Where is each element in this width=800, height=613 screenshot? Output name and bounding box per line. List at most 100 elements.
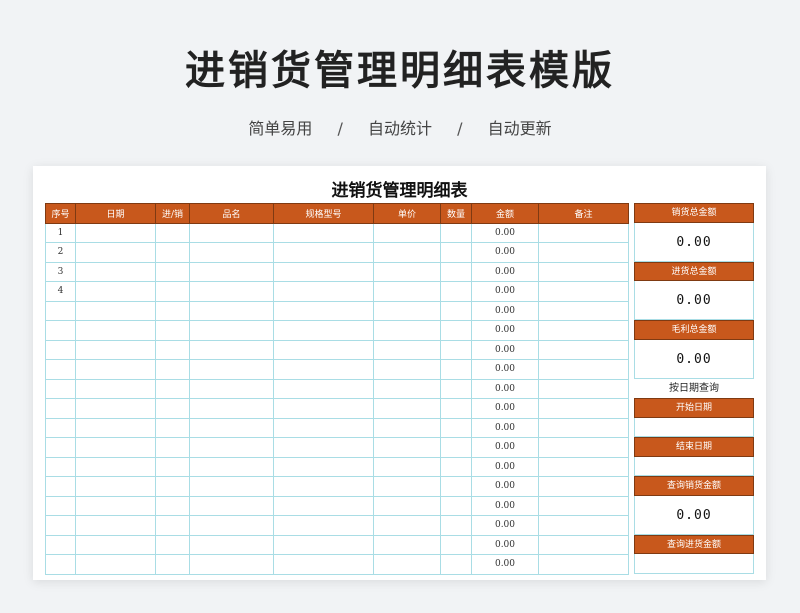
table-cell[interactable] (75, 534, 156, 555)
table-cell[interactable] (75, 437, 156, 458)
table-cell[interactable] (273, 339, 374, 360)
table-cell[interactable] (273, 515, 374, 536)
table-cell[interactable] (189, 515, 274, 536)
table-cell[interactable] (189, 476, 274, 497)
table-cell[interactable] (538, 378, 629, 399)
table-cell[interactable] (189, 417, 274, 438)
table-cell[interactable] (373, 320, 441, 341)
table-cell[interactable] (373, 242, 441, 263)
table-cell[interactable] (45, 515, 76, 536)
table-cell[interactable] (45, 300, 76, 321)
table-cell[interactable] (189, 554, 274, 575)
table-cell[interactable] (273, 495, 374, 516)
table-cell[interactable] (440, 456, 472, 477)
start-date-input[interactable] (634, 417, 754, 437)
table-cell[interactable] (538, 222, 629, 243)
table-cell[interactable]: 0.00 (471, 261, 539, 282)
table-cell[interactable] (75, 281, 156, 302)
table-cell[interactable]: 0.00 (471, 534, 539, 555)
table-cell[interactable]: 0.00 (471, 554, 539, 575)
table-cell[interactable] (373, 515, 441, 536)
table-cell[interactable]: 0.00 (471, 515, 539, 536)
table-cell[interactable] (155, 417, 190, 438)
table-cell[interactable] (75, 222, 156, 243)
table-cell[interactable] (440, 300, 472, 321)
table-cell[interactable]: 0.00 (471, 281, 539, 302)
table-cell[interactable] (273, 456, 374, 477)
table-cell[interactable] (75, 554, 156, 575)
table-cell[interactable] (373, 339, 441, 360)
table-cell[interactable] (273, 281, 374, 302)
table-cell[interactable] (75, 495, 156, 516)
table-cell[interactable] (155, 456, 190, 477)
table-cell[interactable] (155, 281, 190, 302)
table-cell[interactable] (45, 378, 76, 399)
table-cell[interactable] (273, 417, 374, 438)
table-cell[interactable] (538, 515, 629, 536)
table-cell[interactable] (45, 476, 76, 497)
table-cell[interactable]: 0.00 (471, 300, 539, 321)
table-cell[interactable] (273, 534, 374, 555)
table-cell[interactable] (189, 437, 274, 458)
table-cell[interactable] (155, 437, 190, 458)
query-purchase-value[interactable] (634, 554, 754, 574)
column-header-spec[interactable]: 规格型号 (273, 203, 374, 224)
table-cell[interactable] (273, 261, 374, 282)
table-cell[interactable]: 0.00 (471, 378, 539, 399)
table-cell[interactable] (373, 261, 441, 282)
table-cell[interactable] (75, 320, 156, 341)
purchase-total-value[interactable]: 0.00 (634, 281, 754, 320)
table-cell[interactable] (538, 534, 629, 555)
table-cell[interactable]: 3 (45, 261, 76, 282)
table-cell[interactable] (373, 398, 441, 419)
table-cell[interactable] (373, 456, 441, 477)
table-cell[interactable] (440, 339, 472, 360)
table-cell[interactable] (273, 554, 374, 575)
table-cell[interactable] (155, 398, 190, 419)
table-cell[interactable] (189, 456, 274, 477)
table-cell[interactable] (440, 378, 472, 399)
table-cell[interactable] (45, 534, 76, 555)
column-header-remark[interactable]: 备注 (538, 203, 629, 224)
table-cell[interactable] (440, 437, 472, 458)
table-cell[interactable] (373, 437, 441, 458)
table-cell[interactable] (155, 320, 190, 341)
table-cell[interactable] (440, 534, 472, 555)
table-cell[interactable] (75, 261, 156, 282)
table-cell[interactable]: 0.00 (471, 398, 539, 419)
table-cell[interactable] (538, 261, 629, 282)
table-cell[interactable] (273, 398, 374, 419)
table-cell[interactable] (538, 339, 629, 360)
table-cell[interactable] (440, 281, 472, 302)
table-cell[interactable] (189, 339, 274, 360)
table-cell[interactable]: 0.00 (471, 456, 539, 477)
table-cell[interactable] (189, 398, 274, 419)
table-cell[interactable]: 0.00 (471, 242, 539, 263)
table-cell[interactable] (538, 495, 629, 516)
table-cell[interactable] (189, 261, 274, 282)
column-header-price[interactable]: 单价 (373, 203, 441, 224)
table-cell[interactable]: 0.00 (471, 339, 539, 360)
table-cell[interactable] (440, 554, 472, 575)
table-cell[interactable] (440, 495, 472, 516)
column-header-no[interactable]: 序号 (45, 203, 76, 224)
table-cell[interactable]: 2 (45, 242, 76, 263)
gross-profit-value[interactable]: 0.00 (634, 339, 754, 379)
table-cell[interactable] (440, 222, 472, 243)
table-cell[interactable] (273, 300, 374, 321)
table-cell[interactable] (75, 456, 156, 477)
table-cell[interactable] (373, 359, 441, 380)
table-cell[interactable] (189, 320, 274, 341)
table-cell[interactable] (273, 359, 374, 380)
table-cell[interactable] (538, 242, 629, 263)
table-cell[interactable] (45, 398, 76, 419)
table-cell[interactable] (189, 281, 274, 302)
end-date-input[interactable] (634, 456, 754, 476)
table-cell[interactable] (45, 417, 76, 438)
table-cell[interactable] (155, 495, 190, 516)
table-cell[interactable] (155, 378, 190, 399)
table-cell[interactable] (155, 515, 190, 536)
table-cell[interactable] (45, 554, 76, 575)
table-cell[interactable]: 0.00 (471, 222, 539, 243)
table-cell[interactable] (45, 320, 76, 341)
